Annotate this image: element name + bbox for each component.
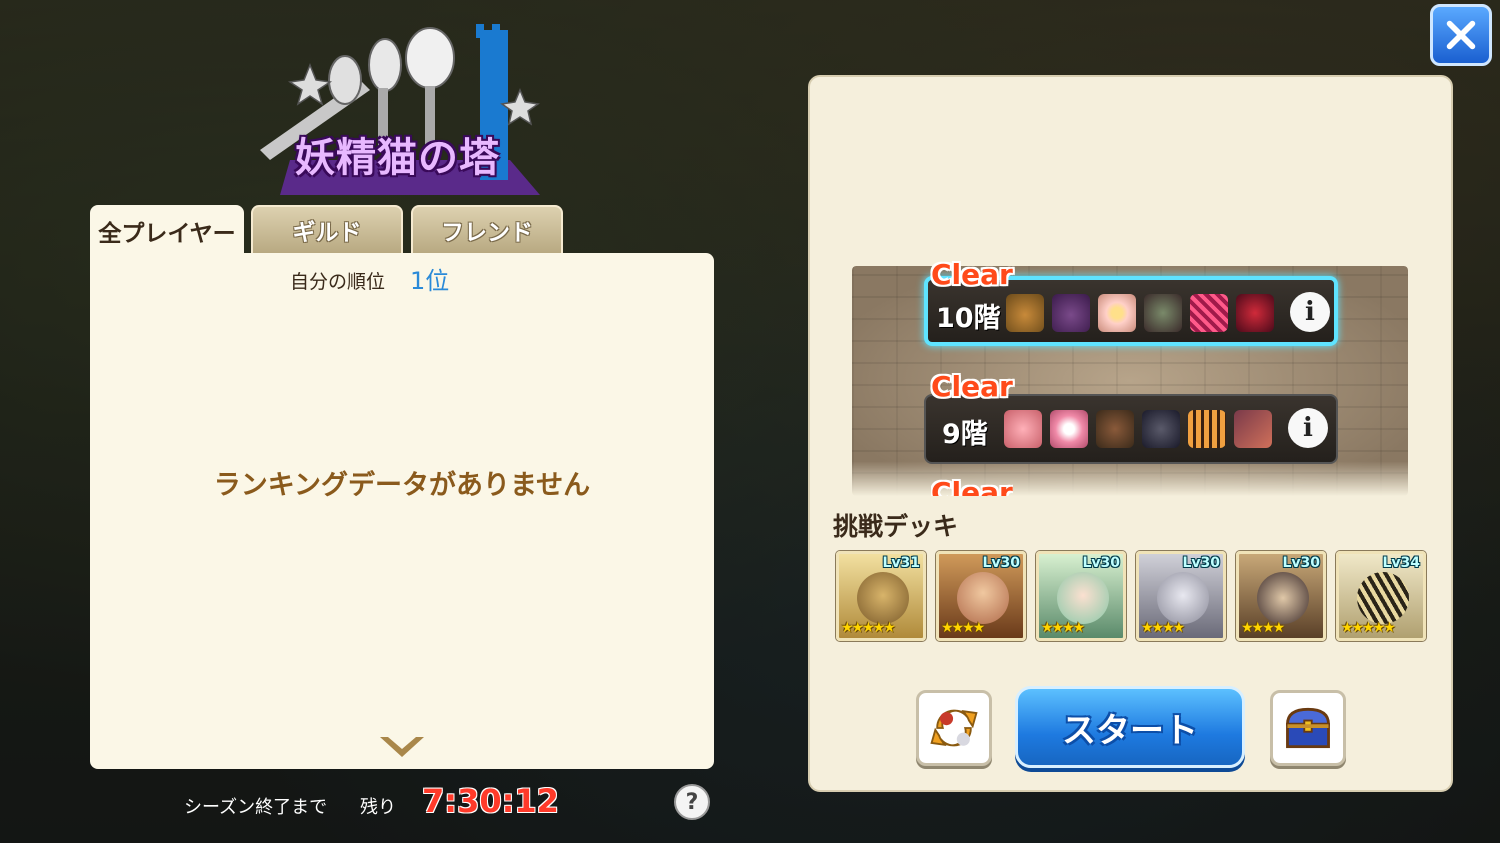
swap-deck-button[interactable] (916, 690, 992, 766)
moth-icon (1357, 572, 1409, 624)
challenge-deck-title: 挑戦デッキ (833, 512, 959, 541)
card-stars: ★★★★ (941, 620, 985, 636)
dark-cat-icon (1257, 572, 1309, 624)
toad-enemy-icon (1006, 294, 1044, 332)
page-title: 妖精猫の塔 (295, 135, 500, 181)
clear-badge: Clear (931, 258, 1013, 291)
my-rank-label: 自分の順位 (290, 271, 386, 293)
floor-info-button[interactable]: i (1290, 292, 1330, 332)
fish-enemy-icon (1234, 410, 1272, 448)
clear-badge: Clear (931, 370, 1013, 403)
swap-arrows-icon (930, 709, 978, 747)
frog-sage-icon (857, 572, 909, 624)
deck-card[interactable]: Lv30 ★★★★ (1236, 551, 1326, 641)
butterfly-enemy-icon (1190, 294, 1228, 332)
treasure-chest-button[interactable] (1270, 690, 1346, 766)
tab-guild[interactable]: ギルド (251, 205, 403, 255)
close-icon (1446, 20, 1476, 50)
card-level: Lv30 (1282, 555, 1320, 571)
card-stars: ★★★★ (1241, 620, 1285, 636)
card-level: Lv30 (1082, 555, 1120, 571)
red-dragon-enemy-icon (1236, 294, 1274, 332)
boar-enemy-icon (1096, 410, 1134, 448)
floor-label: 10階 (936, 303, 1001, 334)
gray-cat-icon (1157, 572, 1209, 624)
armored-enemy-icon (1144, 294, 1182, 332)
season-end-label: シーズン終了まで (184, 797, 328, 818)
ranking-panel: 自分の順位 1位 ランキングデータがありません (90, 253, 714, 769)
card-stars: ★★★★★ (1341, 620, 1396, 636)
card-level: Lv34 (1382, 555, 1420, 571)
pink-pig-enemy-icon (1004, 410, 1042, 448)
elf-warrior-icon (957, 572, 1009, 624)
floor-info-button[interactable]: i (1288, 408, 1328, 448)
season-timer: 7:30:12 (422, 782, 559, 820)
empty-ranking-message: ランキングデータがありません (213, 470, 591, 501)
card-stars: ★★★★★ (841, 620, 896, 636)
deck-card[interactable]: Lv30 ★★★★ (936, 551, 1026, 641)
deck-card[interactable]: Lv30 ★★★★ (1136, 551, 1226, 641)
floor-label: 9階 (942, 419, 988, 450)
help-button[interactable]: ? (674, 784, 710, 820)
card-stars: ★★★★ (1041, 620, 1085, 636)
card-stars: ★★★★ (1141, 620, 1185, 636)
tab-friend[interactable]: フレンド (411, 205, 563, 255)
deck-card[interactable]: Lv31 ★★★★★ (836, 551, 926, 641)
deck-card[interactable]: Lv30 ★★★★ (1036, 551, 1126, 641)
start-button[interactable]: スタート (1015, 686, 1245, 768)
tab-all-players[interactable]: 全プレイヤー (90, 205, 244, 257)
flower-enemy-icon (1098, 294, 1136, 332)
my-rank-value: 1位 (410, 267, 450, 295)
card-level: Lv30 (982, 555, 1020, 571)
purple-beast-enemy-icon (1052, 294, 1090, 332)
clear-badge-partial: Clear (931, 478, 1013, 496)
card-level: Lv30 (1182, 555, 1220, 571)
chevron-down-icon[interactable] (378, 733, 426, 761)
treasure-chest-icon (1286, 707, 1330, 749)
close-button[interactable] (1430, 4, 1492, 66)
pink-egg-enemy-icon (1050, 410, 1088, 448)
floor-row-9[interactable]: 9階 i (924, 394, 1338, 464)
dark-knight-enemy-icon (1142, 410, 1180, 448)
card-level: Lv31 (882, 555, 920, 571)
green-hair-girl-icon (1057, 572, 1109, 624)
tiger-enemy-icon (1188, 410, 1226, 448)
deck-card[interactable]: Lv34 ★★★★★ (1336, 551, 1426, 641)
season-remaining-label: 残り (360, 797, 396, 818)
